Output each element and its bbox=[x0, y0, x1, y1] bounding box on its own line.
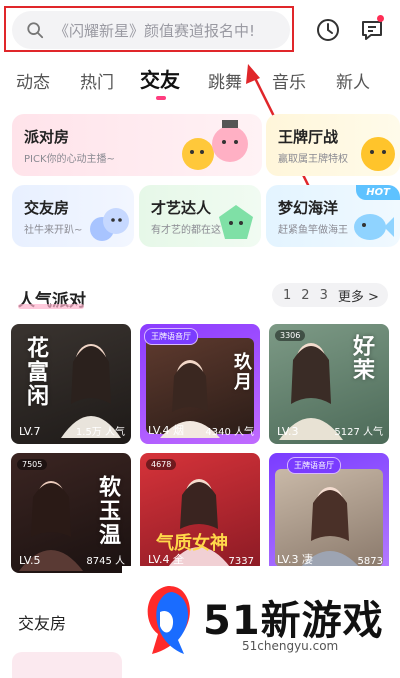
ace-hall-card[interactable]: 王牌厅战 赢取属王牌特权 bbox=[266, 114, 400, 176]
friends-mascot-icon bbox=[90, 208, 129, 241]
room-popularity: 5127 人气 bbox=[334, 427, 383, 438]
talent-subtitle: 有才艺的都在这 bbox=[151, 225, 221, 236]
tab-newcomer[interactable]: 新人 bbox=[336, 68, 370, 93]
party-mascot-icon bbox=[182, 120, 248, 170]
friends-room-section-title: 交友房 bbox=[18, 614, 67, 633]
room-level: LV.7 bbox=[19, 425, 41, 438]
tab-hot[interactable]: 热门 bbox=[80, 68, 114, 93]
clock-icon[interactable] bbox=[315, 17, 341, 43]
pager: 1 2 3 更多 > bbox=[272, 283, 388, 307]
friends-room-card[interactable]: 交友房 社牛来开趴~ bbox=[12, 185, 134, 247]
watermark-url: 51chengyu.com bbox=[242, 639, 339, 653]
dream-ocean-title: 梦幻海洋 bbox=[278, 199, 339, 217]
talent-mascot-icon bbox=[219, 205, 253, 239]
section-title-underline bbox=[18, 304, 84, 309]
room-level: LV.3 bbox=[277, 425, 299, 438]
hot-badge: HOT bbox=[356, 185, 400, 200]
room-card[interactable]: 玖月 王牌语音厅 LV.4 烟 4340 人气 bbox=[140, 324, 260, 444]
room-id-tag: 3306 bbox=[275, 330, 306, 341]
page-2-button[interactable]: 2 bbox=[301, 288, 309, 303]
ace-hall-badge: 王牌语音厅 bbox=[144, 328, 198, 345]
room-popularity: 1.5万 人气 bbox=[75, 427, 125, 438]
room-popularity: 4340 人气 bbox=[205, 427, 254, 438]
friends-room-subtitle: 社牛来开趴~ bbox=[24, 225, 83, 236]
friends-room-card-peek[interactable] bbox=[12, 652, 122, 678]
party-room-card[interactable]: 派对房 PICK你的心动主播~ bbox=[12, 114, 262, 176]
room-level: LV.3 凄 bbox=[277, 553, 314, 566]
room-card[interactable]: 气质女神 4678 LV.4 全 7337 bbox=[140, 453, 260, 573]
tab-dance[interactable]: 跳舞 bbox=[208, 68, 242, 93]
talent-card[interactable]: 才艺达人 有才艺的都在这 bbox=[139, 185, 261, 247]
tab-music[interactable]: 音乐 bbox=[272, 68, 306, 93]
room-card[interactable]: 王牌语音厅 LV.3 凄 5873 bbox=[269, 453, 389, 573]
tab-dynamic[interactable]: 动态 bbox=[16, 68, 50, 93]
tab-friends[interactable]: 交友 bbox=[140, 64, 180, 93]
ace-hall-badge: 王牌语音厅 bbox=[287, 457, 341, 474]
more-link[interactable]: 更多 > bbox=[338, 286, 379, 305]
dream-ocean-card[interactable]: 梦幻海洋 赶紧鱼竿做海王 HOT bbox=[266, 185, 400, 247]
active-tab-indicator bbox=[156, 96, 166, 100]
ace-hall-mascot-icon bbox=[361, 137, 395, 171]
ace-hall-subtitle: 赢取属王牌特权 bbox=[278, 154, 348, 165]
party-room-subtitle: PICK你的心动主播~ bbox=[24, 154, 115, 165]
room-card[interactable]: 好茉 3306 LV.3 5127 人气 bbox=[269, 324, 389, 444]
watermark-text: 51新游戏 bbox=[203, 598, 384, 644]
room-popularity: 8745 人 bbox=[86, 556, 125, 567]
talent-title: 才艺达人 bbox=[151, 199, 212, 217]
ace-hall-title: 王牌厅战 bbox=[278, 128, 339, 146]
dream-ocean-subtitle: 赶紧鱼竿做海王 bbox=[278, 225, 348, 236]
room-card[interactable]: 软玉温 7505 LV.5 8745 人 bbox=[11, 453, 131, 573]
room-id-tag: 4678 bbox=[146, 459, 177, 470]
friends-room-title: 交友房 bbox=[24, 199, 70, 217]
room-cover-art-text: 花富闲 bbox=[23, 336, 48, 408]
watermark-logo-icon bbox=[147, 586, 190, 654]
category-tabs: 动态 热门 交友 跳舞 音乐 新人 bbox=[0, 62, 400, 102]
fish-mascot-icon bbox=[354, 214, 394, 240]
room-cover-art-text: 好茉 bbox=[349, 334, 374, 382]
room-level: LV.4 全 bbox=[148, 553, 185, 566]
page-1-button[interactable]: 1 bbox=[283, 288, 291, 303]
notification-dot bbox=[377, 15, 384, 22]
party-room-title: 派对房 bbox=[24, 128, 70, 146]
page-3-button[interactable]: 3 bbox=[320, 288, 328, 303]
room-cover-art-text: 软玉温 bbox=[95, 475, 120, 547]
room-level: LV.5 bbox=[19, 554, 41, 567]
annotation-highlight-box bbox=[4, 6, 294, 52]
room-id-tag: 7505 bbox=[17, 459, 48, 470]
room-level: LV.4 烟 bbox=[148, 424, 185, 437]
room-cover-art-text: 玖月 bbox=[231, 352, 252, 392]
room-card[interactable]: 花富闲 LV.7 1.5万 人气 bbox=[11, 324, 131, 444]
